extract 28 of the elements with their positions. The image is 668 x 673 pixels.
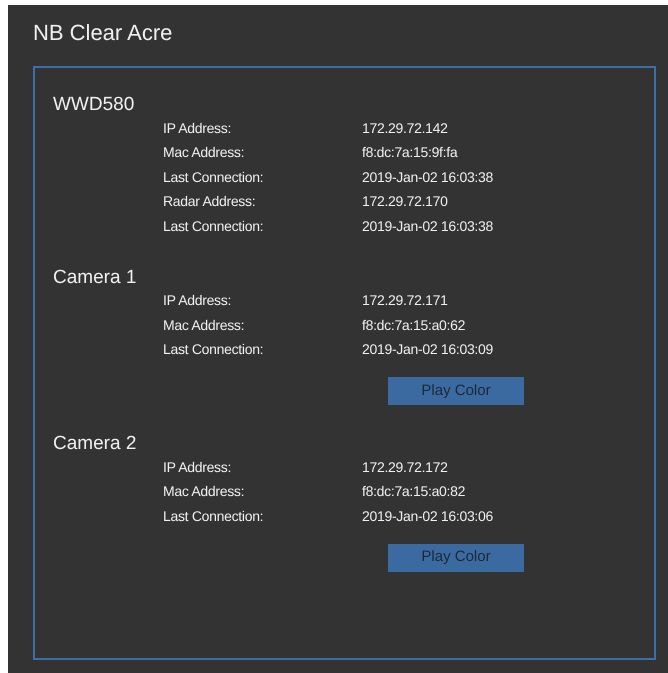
field-label: Last Connection: (163, 340, 264, 360)
field-label: Last Connection: (163, 168, 264, 187)
field-value: f8:dc:7a:15:a0:82 (362, 482, 466, 502)
field-label: Mac Address: (163, 482, 246, 502)
field-label: Last Connection: (163, 216, 264, 236)
field-value: 172.29.72.172 (362, 458, 448, 477)
field-value: 2019-Jan-02 16:03:06 (362, 506, 493, 526)
field-label: Mac Address: (163, 143, 246, 162)
field-label: Mac Address: (163, 316, 246, 335)
field-value: 2019-Jan-02 16:03:09 (362, 340, 493, 360)
field-value: 172.29.72.170 (362, 192, 448, 212)
field-value: f8:dc:7a:15:9f:fa (362, 143, 458, 162)
window-title: NB Clear Acre (33, 20, 172, 46)
play-color-button[interactable]: Play Color (388, 377, 524, 405)
field-label: IP Address: (163, 118, 232, 138)
field-value: f8:dc:7a:15:a0:62 (362, 316, 466, 335)
device-name: WWD580 (53, 94, 134, 116)
field-label: Radar Address: (163, 192, 256, 212)
device-name: Camera 2 (53, 433, 136, 455)
field-value: 172.29.72.142 (362, 118, 448, 138)
play-color-button[interactable]: Play Color (388, 544, 524, 572)
field-value: 172.29.72.171 (362, 291, 448, 310)
field-label: IP Address: (163, 291, 232, 310)
field-label: Last Connection: (163, 506, 264, 526)
field-value: 2019-Jan-02 16:03:38 (362, 168, 493, 187)
device-name: Camera 1 (53, 266, 136, 288)
field-value: 2019-Jan-02 16:03:38 (362, 216, 493, 236)
field-label: IP Address: (163, 458, 232, 477)
